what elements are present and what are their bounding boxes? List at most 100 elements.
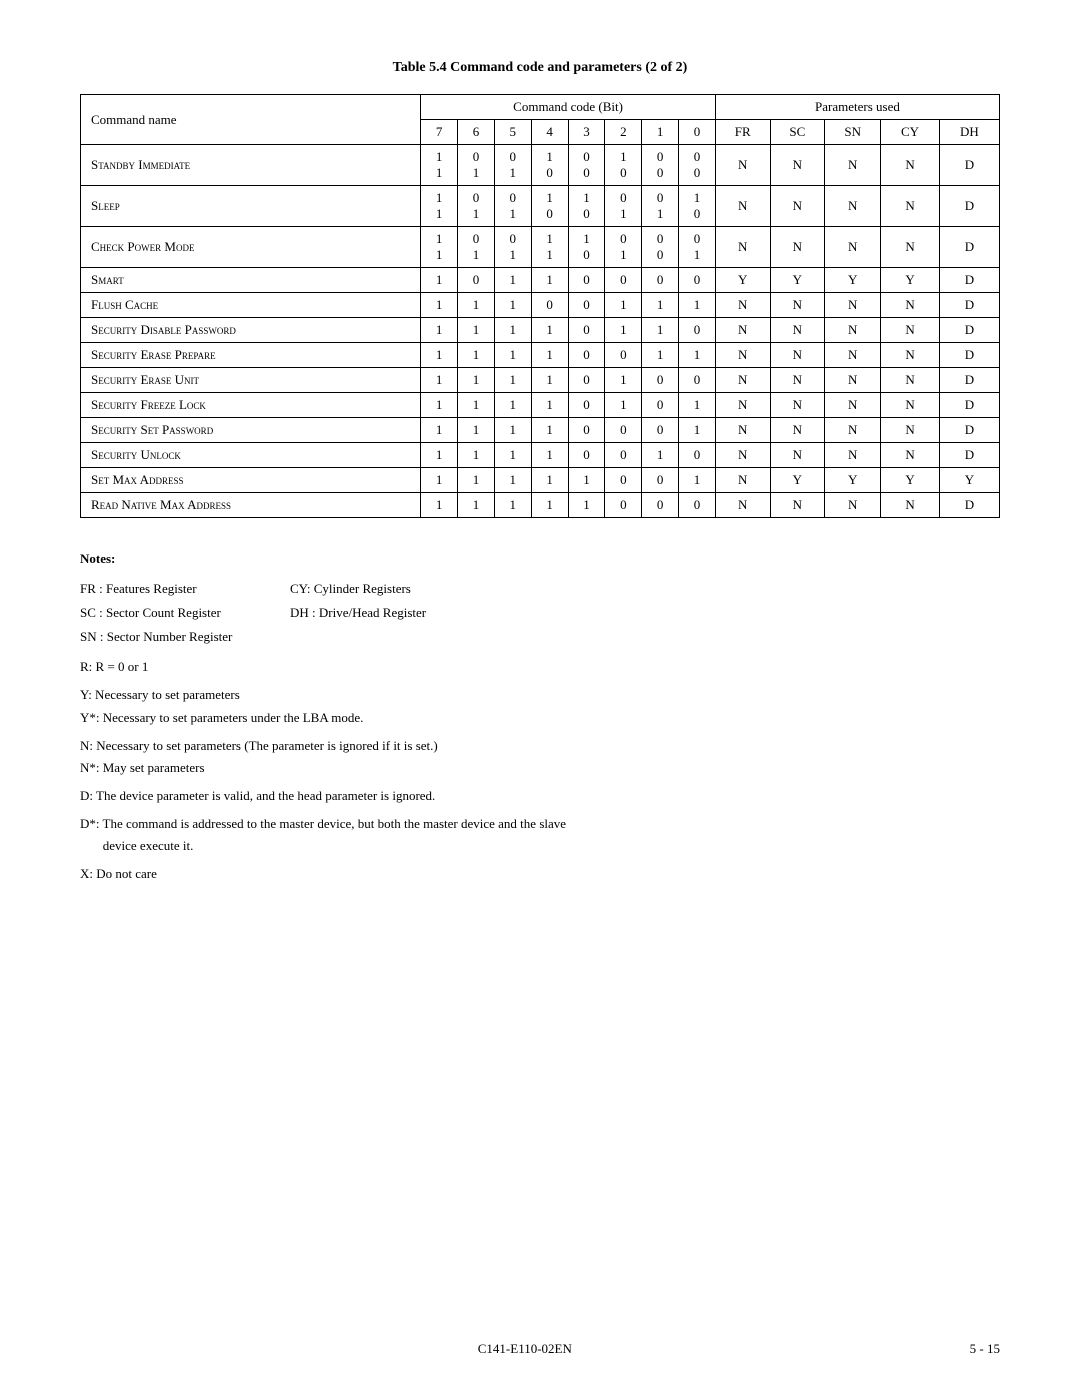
bit-cell: 1 bbox=[494, 268, 531, 293]
bit-cell: 0 bbox=[605, 443, 642, 468]
col-bit-1: 1 bbox=[642, 120, 679, 145]
table-row: Smart10110000YYYYD bbox=[81, 268, 1000, 293]
cmd-name-cell: Security Freeze Lock bbox=[81, 393, 421, 418]
bit-cell: 0 bbox=[568, 393, 605, 418]
cmd-name-cell: Security Disable Password bbox=[81, 318, 421, 343]
legend-cy: CY: Cylinder Registers bbox=[290, 578, 1000, 600]
table-row: Security Disable Password11110110NNNND bbox=[81, 318, 1000, 343]
footer-right: 5 - 15 bbox=[970, 1341, 1000, 1357]
param-cell: N bbox=[770, 493, 825, 518]
param-cell: Y bbox=[715, 268, 770, 293]
param-cell: N bbox=[715, 443, 770, 468]
param-cell: Y bbox=[825, 468, 881, 493]
bit-cell: 1 bbox=[531, 493, 568, 518]
bit-cell: 11 bbox=[421, 227, 458, 268]
param-cell: N bbox=[770, 318, 825, 343]
bit-cell: 1 bbox=[421, 343, 458, 368]
bit-cell: 01 bbox=[679, 227, 716, 268]
bit-cell: 01 bbox=[494, 227, 531, 268]
param-cell: N bbox=[825, 227, 881, 268]
bit-cell: 0 bbox=[605, 493, 642, 518]
bit-cell: 0 bbox=[531, 293, 568, 318]
bit-cell: 00 bbox=[679, 145, 716, 186]
param-cell: N bbox=[825, 443, 881, 468]
bit-cell: 0 bbox=[642, 368, 679, 393]
bit-cell: 0 bbox=[568, 343, 605, 368]
param-cell: N bbox=[770, 145, 825, 186]
bit-cell: 1 bbox=[494, 468, 531, 493]
bit-cell: 1 bbox=[421, 268, 458, 293]
bit-cell: 1 bbox=[494, 368, 531, 393]
param-cell: N bbox=[770, 227, 825, 268]
param-cell: N bbox=[881, 443, 940, 468]
param-cell: N bbox=[881, 418, 940, 443]
param-cell: N bbox=[715, 468, 770, 493]
bit-cell: 1 bbox=[679, 418, 716, 443]
col-bit-3: 3 bbox=[568, 120, 605, 145]
notes-title: Notes: bbox=[80, 548, 1000, 570]
param-cell: D bbox=[939, 227, 999, 268]
param-cell: N bbox=[881, 368, 940, 393]
bit-cell: 0 bbox=[679, 368, 716, 393]
legend-sc: SC : Sector Count Register bbox=[80, 602, 280, 624]
cmd-name-cell: Set Max Address bbox=[81, 468, 421, 493]
param-cell: N bbox=[770, 443, 825, 468]
table-row: Security Erase Prepare11110011NNNND bbox=[81, 343, 1000, 368]
bit-cell: 1 bbox=[494, 493, 531, 518]
cmd-name-cell: Security Set Password bbox=[81, 418, 421, 443]
bit-cell: 1 bbox=[568, 468, 605, 493]
bit-cell: 1 bbox=[421, 443, 458, 468]
param-cell: Y bbox=[881, 468, 940, 493]
col-param-cy: CY bbox=[881, 120, 940, 145]
table-row: Security Unlock11110010NNNND bbox=[81, 443, 1000, 468]
param-cell: D bbox=[939, 443, 999, 468]
bit-cell: 0 bbox=[642, 418, 679, 443]
table-row: Set Max Address11111001NYYYY bbox=[81, 468, 1000, 493]
bit-cell: 11 bbox=[531, 227, 568, 268]
bit-cell: 1 bbox=[531, 468, 568, 493]
param-cell: N bbox=[715, 493, 770, 518]
param-cell: N bbox=[770, 418, 825, 443]
table-row: Flush Cache11100111NNNND bbox=[81, 293, 1000, 318]
bit-cell: 1 bbox=[679, 343, 716, 368]
bit-cell: 01 bbox=[494, 186, 531, 227]
bit-cell: 0 bbox=[679, 493, 716, 518]
param-cell: D bbox=[939, 145, 999, 186]
bit-cell: 1 bbox=[421, 493, 458, 518]
bit-cell: 01 bbox=[494, 145, 531, 186]
legend-sn-empty bbox=[290, 626, 1000, 648]
param-cell: D bbox=[939, 293, 999, 318]
param-cell: N bbox=[715, 145, 770, 186]
cmd-name-cell: Smart bbox=[81, 268, 421, 293]
bit-cell: 1 bbox=[642, 443, 679, 468]
cmd-name-cell: Sleep bbox=[81, 186, 421, 227]
param-cell: N bbox=[881, 227, 940, 268]
bit-cell: 0 bbox=[605, 268, 642, 293]
bit-cell: 1 bbox=[605, 393, 642, 418]
bit-cell: 1 bbox=[494, 393, 531, 418]
col-bit-2: 2 bbox=[605, 120, 642, 145]
param-cell: D bbox=[939, 268, 999, 293]
bit-cell: 1 bbox=[421, 393, 458, 418]
cmd-name-cell: Security Unlock bbox=[81, 443, 421, 468]
table-row: Security Freeze Lock11110101NNNND bbox=[81, 393, 1000, 418]
bit-cell: 1 bbox=[458, 443, 495, 468]
param-cell: D bbox=[939, 186, 999, 227]
param-cell: N bbox=[770, 368, 825, 393]
col-group-code: Command code (Bit) bbox=[421, 95, 716, 120]
bit-cell: 1 bbox=[531, 418, 568, 443]
col-param-dh: DH bbox=[939, 120, 999, 145]
bit-cell: 0 bbox=[605, 468, 642, 493]
bit-cell: 1 bbox=[679, 468, 716, 493]
command-table: Command name Command code (Bit) Paramete… bbox=[80, 94, 1000, 518]
cmd-name-cell: Security Erase Unit bbox=[81, 368, 421, 393]
param-cell: Y bbox=[881, 268, 940, 293]
bit-cell: 1 bbox=[458, 468, 495, 493]
param-cell: N bbox=[715, 418, 770, 443]
param-cell: D bbox=[939, 393, 999, 418]
bit-cell: 1 bbox=[494, 418, 531, 443]
param-cell: N bbox=[881, 145, 940, 186]
bit-cell: 1 bbox=[531, 343, 568, 368]
param-cell: D bbox=[939, 318, 999, 343]
bit-cell: 1 bbox=[458, 343, 495, 368]
